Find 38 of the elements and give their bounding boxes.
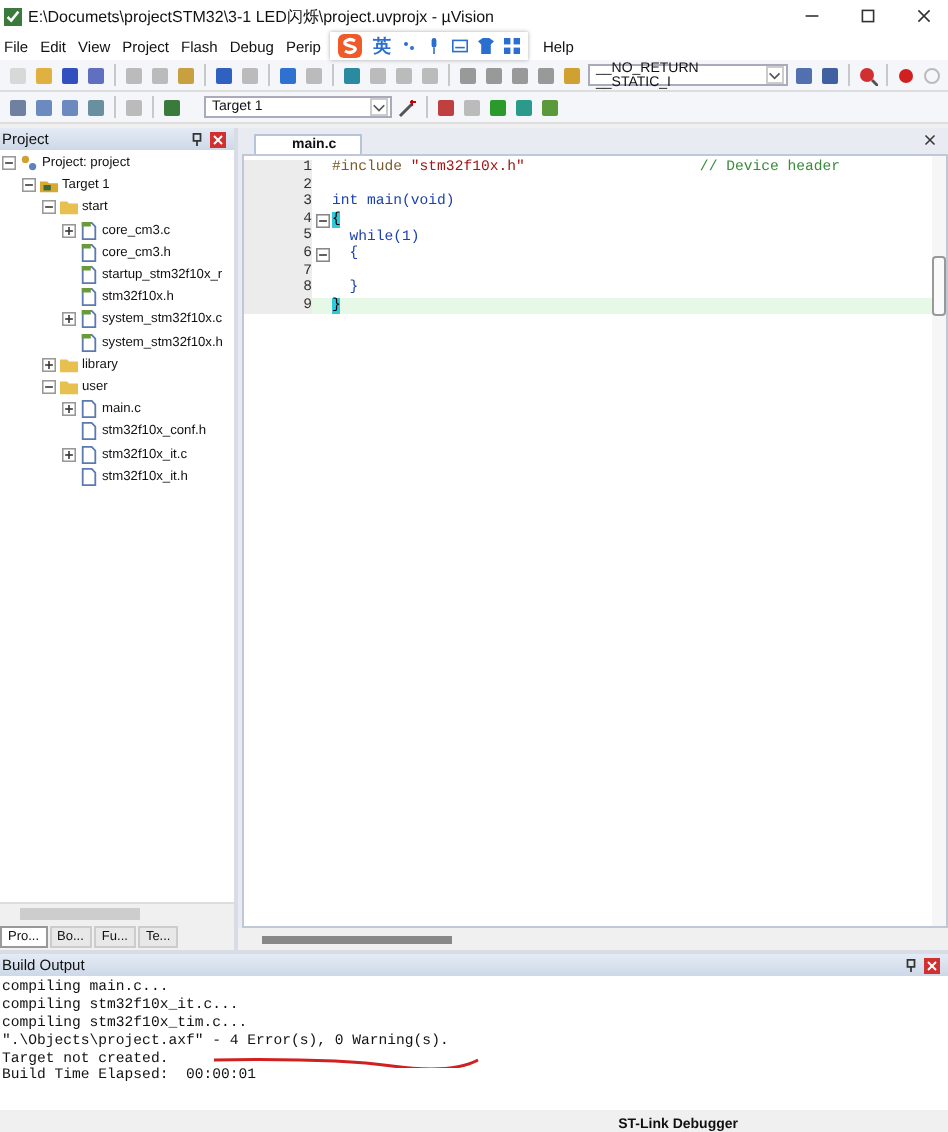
- expand-icon[interactable]: [62, 223, 76, 238]
- keyboard-icon[interactable]: [452, 38, 469, 54]
- expand-icon[interactable]: [62, 447, 76, 462]
- collapse-icon[interactable]: [42, 379, 56, 394]
- pin-icon[interactable]: [190, 132, 204, 146]
- vertical-scrollbar[interactable]: [932, 156, 946, 926]
- expand-icon[interactable]: [42, 357, 56, 372]
- file-icon: [80, 221, 98, 240]
- maximize-icon[interactable]: [860, 8, 876, 24]
- window-title: E:\Documets\projectSTM32\3-1 LED闪烁\project.uvprojx - µVision: [28, 5, 494, 27]
- file-icon: [80, 310, 98, 329]
- grid-icon[interactable]: [504, 38, 521, 54]
- horizontal-scrollbar[interactable]: [238, 928, 948, 950]
- file-icon: [80, 266, 98, 285]
- shirt-icon[interactable]: [478, 38, 495, 54]
- file-icon: [80, 333, 98, 352]
- collapse-icon[interactable]: [22, 178, 36, 193]
- expand-icon[interactable]: [62, 402, 76, 417]
- horizontal-scrollbar[interactable]: [0, 902, 234, 922]
- caret-icon: [766, 66, 784, 84]
- file-icon: [80, 288, 98, 307]
- target-icon: [40, 176, 58, 195]
- pin-icon[interactable]: [904, 958, 918, 972]
- input-mode[interactable]: 英: [372, 33, 391, 59]
- close-icon[interactable]: [916, 8, 932, 24]
- close-icon[interactable]: [924, 134, 936, 146]
- punctuation-icon[interactable]: [400, 38, 417, 54]
- collapse-icon[interactable]: [315, 213, 329, 228]
- caret-icon: [370, 98, 388, 116]
- magnifier-icon[interactable]: [858, 65, 878, 85]
- collapse-icon[interactable]: [315, 247, 329, 262]
- expand-icon[interactable]: [62, 312, 76, 327]
- file-icon: [80, 243, 98, 262]
- wand-icon[interactable]: [398, 97, 418, 117]
- collapse-icon[interactable]: [42, 200, 56, 215]
- folder-icon: [60, 198, 78, 217]
- collapse-icon[interactable]: [2, 156, 16, 171]
- project-icon: [20, 154, 38, 173]
